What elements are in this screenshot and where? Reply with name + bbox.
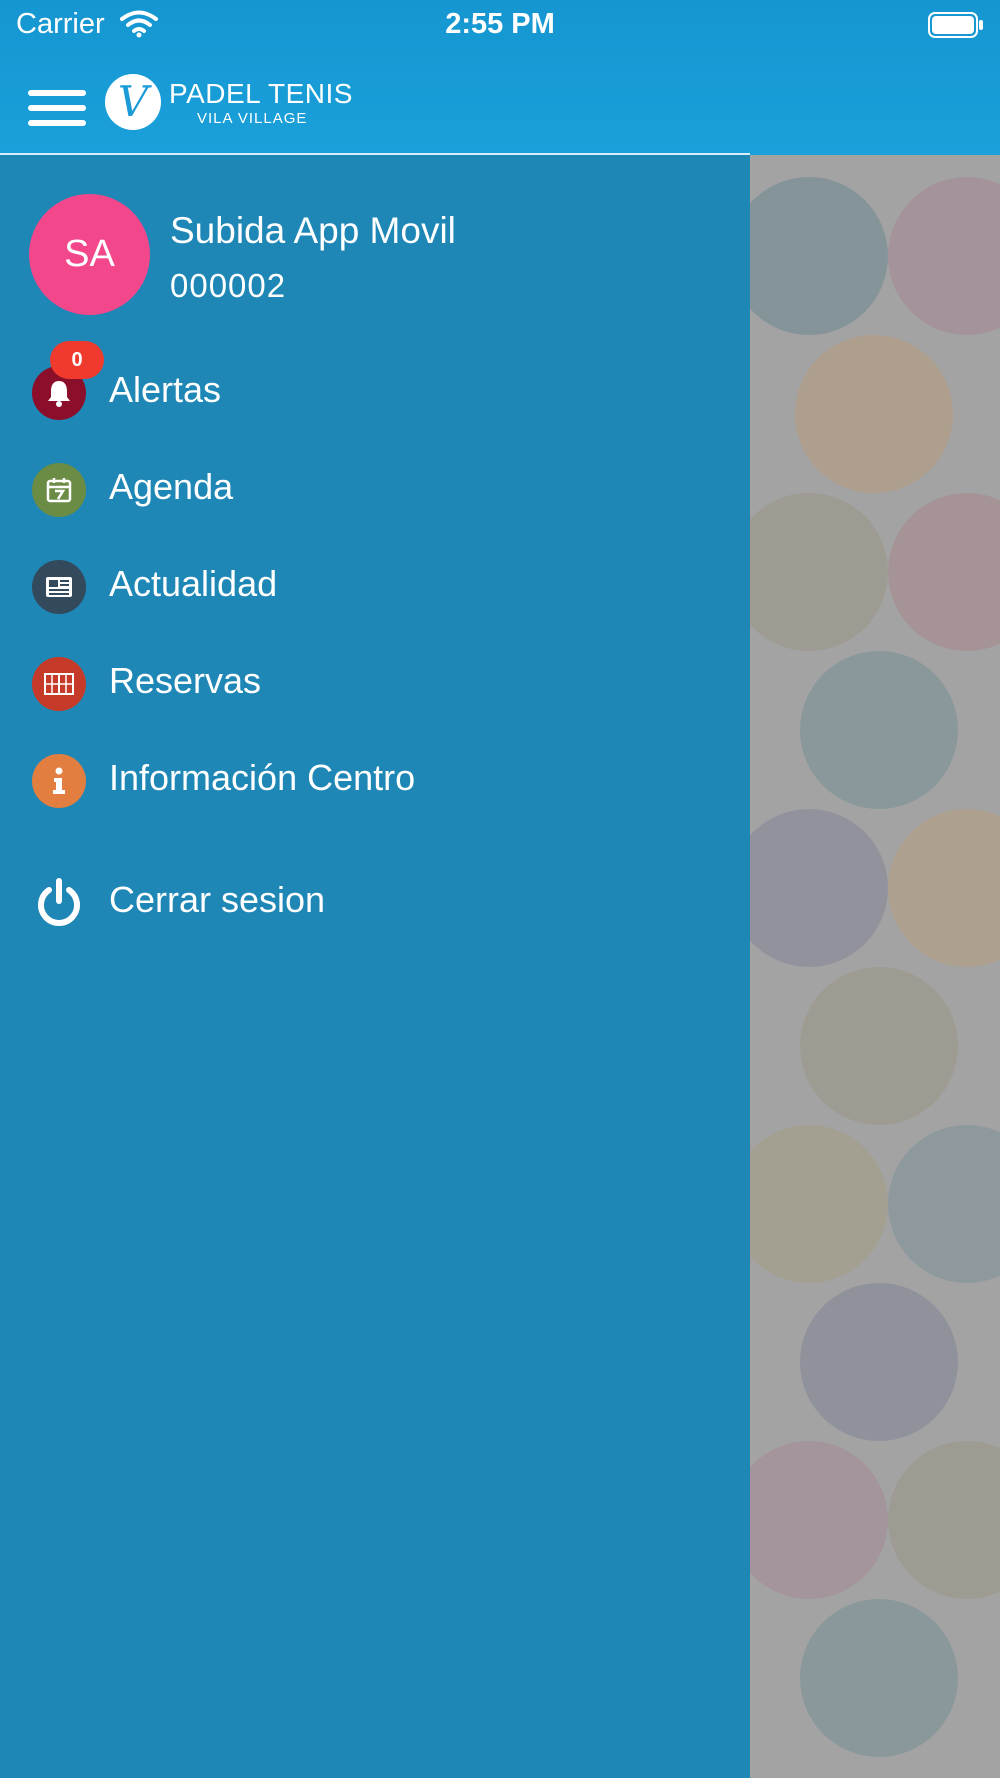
menu-item-cerrar-sesion[interactable]: Cerrar sesion <box>0 863 750 943</box>
tennis-ball-icon <box>888 493 1000 651</box>
ticket-icon <box>750 493 888 651</box>
golf-flag-icon <box>800 1599 958 1757</box>
status-bar: Carrier 2:55 PM <box>0 0 1000 52</box>
logo-mark: V <box>105 74 161 130</box>
golf-flag-icon <box>800 651 958 809</box>
user-id: 000002 <box>170 267 287 304</box>
ticket-icon <box>888 1441 1000 1599</box>
menu-label-actualidad: Actualidad <box>109 563 278 604</box>
power-icon <box>32 876 86 930</box>
basketball-icon <box>750 1125 888 1283</box>
golf-flag-icon <box>888 1125 1000 1283</box>
golf-flag-icon <box>750 177 888 335</box>
menu-label-informacion-centro: Información Centro <box>109 757 416 798</box>
menu-item-reservas[interactable]: Reservas <box>0 644 750 724</box>
navigation-drawer: SA Subida App Movil 000002 0 Alertas Age… <box>0 155 750 1778</box>
runner-icon <box>750 809 888 967</box>
avatar: SA <box>29 194 150 315</box>
background-pattern-overlay[interactable] <box>750 155 1000 1778</box>
battery-icon <box>928 12 983 38</box>
app-logo: V PADEL TENIS VILA VILLAGE <box>105 72 352 132</box>
logo-title: PADEL TENIS <box>169 78 353 109</box>
alert-count-badge: 0 <box>50 341 104 379</box>
menu-label-reservas: Reservas <box>109 660 262 701</box>
podium-icon <box>795 335 953 493</box>
strategy-icon <box>888 177 1000 335</box>
newspaper-icon <box>32 560 86 614</box>
runner-icon <box>800 1283 958 1441</box>
user-name: Subida App Movil <box>170 210 456 251</box>
hamburger-menu-icon[interactable] <box>28 86 86 130</box>
status-time: 2:55 PM <box>445 8 555 40</box>
strategy-icon <box>750 1441 888 1599</box>
app-header: V PADEL TENIS VILA VILLAGE <box>0 60 1000 155</box>
info-icon <box>32 754 86 808</box>
menu-item-informacion-centro[interactable]: Información Centro <box>0 741 750 821</box>
menu-item-actualidad[interactable]: Actualidad <box>0 547 750 627</box>
court-icon <box>32 657 86 711</box>
calendar-icon <box>32 463 86 517</box>
ticket-icon <box>800 967 958 1125</box>
menu-item-alertas[interactable]: 0 Alertas <box>0 341 750 433</box>
menu-label-alertas: Alertas <box>109 369 222 410</box>
logo-subtitle: VILA VILLAGE <box>197 110 308 127</box>
podium-icon <box>888 809 1000 967</box>
menu-label-cerrar-sesion: Cerrar sesion <box>109 879 326 920</box>
top-bar: Carrier 2:55 PM V PADEL TENIS VILA VILLA… <box>0 0 1000 155</box>
menu-item-agenda[interactable]: Agenda <box>0 450 750 530</box>
menu-label-agenda: Agenda <box>109 466 234 507</box>
